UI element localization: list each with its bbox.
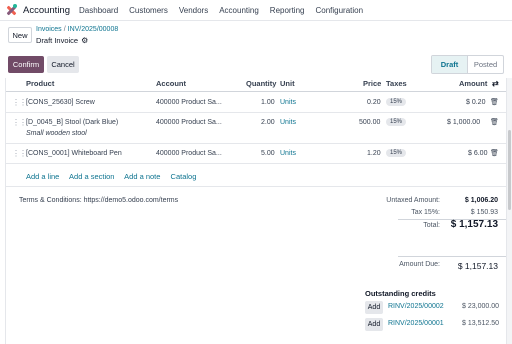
line-product[interactable]: [CONS_25630] Screw xyxy=(26,99,95,106)
header-taxes[interactable]: Taxes xyxy=(386,79,407,88)
scrollbar-track[interactable] xyxy=(507,78,512,344)
confirm-button[interactable]: Confirm xyxy=(8,56,44,73)
drag-handle-icon[interactable]: ⋮⋮ xyxy=(12,149,27,158)
trash-icon[interactable]: 🗑 xyxy=(490,98,499,106)
lines-table-header: Product Account Quantity Unit Price Taxe… xyxy=(6,78,506,92)
breadcrumb-invoices[interactable]: Invoices xyxy=(36,26,62,33)
untaxed-amount-value: $ 1,006.20 xyxy=(464,197,498,204)
scrollbar-thumb[interactable] xyxy=(508,130,511,210)
nav-customers[interactable]: Customers xyxy=(129,6,168,15)
add-credit-button[interactable]: Add xyxy=(365,301,383,314)
table-row[interactable]: ⋮⋮ [D_0045_B] Stool (Dark Blue) Small wo… xyxy=(6,113,506,144)
new-button[interactable]: New xyxy=(8,27,32,43)
line-amount: $ 0.20 xyxy=(466,99,486,106)
record-title: Draft Invoice ⚙ xyxy=(36,36,88,45)
gear-icon[interactable]: ⚙ xyxy=(81,36,88,45)
trash-icon[interactable]: 🗑 xyxy=(490,118,499,126)
credit-amount: $ 23,000.00 xyxy=(462,303,499,310)
header-price[interactable]: Price xyxy=(363,79,381,88)
cancel-button[interactable]: Cancel xyxy=(47,56,79,73)
amount-due-label: Amount Due: xyxy=(399,261,440,268)
outstanding-credits-title: Outstanding credits xyxy=(365,289,436,298)
line-amount: $ 6.00 xyxy=(468,150,488,157)
line-price[interactable]: 500.00 xyxy=(359,119,380,126)
credit-row: Add RINV/2025/00001 $ 13,512.50 xyxy=(365,318,505,333)
tax-label: Tax 15%: xyxy=(411,209,440,216)
header-product[interactable]: Product xyxy=(26,79,54,88)
line-unit[interactable]: Units xyxy=(280,99,296,106)
credit-reference[interactable]: RINV/2025/00001 xyxy=(388,320,444,327)
line-product[interactable]: [D_0045_B] Stool (Dark Blue) xyxy=(26,119,118,126)
status-bar: Draft Posted xyxy=(431,55,504,74)
header-quantity[interactable]: Quantity xyxy=(246,79,276,88)
total-value: $ 1,157.13 xyxy=(450,219,498,230)
breadcrumb-separator: / xyxy=(63,26,66,33)
action-bar: Confirm Cancel Draft Posted xyxy=(0,50,512,78)
table-row[interactable]: ⋮⋮ [CONS_0001] Whiteboard Pen 400000 Pro… xyxy=(6,144,506,164)
drag-handle-icon[interactable]: ⋮⋮ xyxy=(12,118,27,127)
credit-row: Add RINV/2025/00002 $ 23,000.00 xyxy=(365,301,505,316)
breadcrumb-current[interactable]: INV/2025/00008 xyxy=(68,26,119,33)
column-settings-icon[interactable]: ⇄ xyxy=(492,79,499,88)
line-description[interactable]: Small wooden stool xyxy=(26,130,87,137)
tax-badge[interactable]: 15% xyxy=(386,98,407,106)
add-credit-button[interactable]: Add xyxy=(365,318,383,331)
status-draft[interactable]: Draft xyxy=(432,56,468,73)
add-line-links: Add a line Add a section Add a note Cata… xyxy=(26,172,204,181)
tax-value: $ 150.93 xyxy=(470,209,498,216)
line-account[interactable]: 400000 Product Sa... xyxy=(156,150,222,157)
control-panel: New Invoices / INV/2025/00008 Draft Invoic… xyxy=(0,21,512,50)
line-price[interactable]: 0.20 xyxy=(367,99,381,106)
status-posted[interactable]: Posted xyxy=(468,56,503,73)
nav-reporting[interactable]: Reporting xyxy=(270,6,305,15)
breadcrumb: Invoices / INV/2025/00008 xyxy=(36,26,118,33)
top-navbar: Accounting Dashboard Customers Vendors A… xyxy=(0,0,512,21)
catalog-link[interactable]: Catalog xyxy=(171,172,197,181)
nav-configuration[interactable]: Configuration xyxy=(315,6,363,15)
line-product[interactable]: [CONS_0001] Whiteboard Pen xyxy=(26,150,122,157)
accounting-app-icon[interactable] xyxy=(5,4,17,16)
line-account[interactable]: 400000 Product Sa... xyxy=(156,119,222,126)
nav-accounting[interactable]: Accounting xyxy=(219,6,259,15)
credit-reference[interactable]: RINV/2025/00002 xyxy=(388,303,444,310)
totals-separator xyxy=(398,256,506,257)
app-name[interactable]: Accounting xyxy=(23,5,70,16)
amount-due-value: $ 1,157.13 xyxy=(457,261,498,271)
table-row[interactable]: ⋮⋮ [CONS_25630] Screw 400000 Product Sa.… xyxy=(6,93,506,113)
line-amount: $ 1,000.00 xyxy=(447,119,481,126)
line-unit[interactable]: Units xyxy=(280,150,296,157)
header-unit[interactable]: Unit xyxy=(280,79,295,88)
add-a-line-link[interactable]: Add a line xyxy=(26,172,59,181)
add-a-note-link[interactable]: Add a note xyxy=(124,172,160,181)
credit-amount: $ 13,512.50 xyxy=(462,320,499,327)
line-quantity[interactable]: 1.00 xyxy=(261,99,275,106)
record-name: Draft Invoice xyxy=(36,36,79,45)
line-price[interactable]: 1.20 xyxy=(367,150,381,157)
line-account[interactable]: 400000 Product Sa... xyxy=(156,99,222,106)
tax-badge[interactable]: 15% xyxy=(386,149,407,157)
divider xyxy=(6,186,506,187)
nav-vendors[interactable]: Vendors xyxy=(179,6,208,15)
header-amount[interactable]: Amount xyxy=(459,79,487,88)
line-quantity[interactable]: 2.00 xyxy=(261,119,275,126)
untaxed-amount-label: Untaxed Amount: xyxy=(386,197,440,204)
tax-badge[interactable]: 15% xyxy=(386,118,407,126)
header-account[interactable]: Account xyxy=(156,79,186,88)
drag-handle-icon[interactable]: ⋮⋮ xyxy=(12,98,27,107)
nav-dashboard[interactable]: Dashboard xyxy=(79,6,118,15)
invoice-sheet: Product Account Quantity Unit Price Taxe… xyxy=(5,78,507,344)
trash-icon[interactable]: 🗑 xyxy=(490,149,499,157)
terms-and-conditions[interactable]: Terms & Conditions: https://demo5.odoo.c… xyxy=(19,197,178,204)
line-quantity[interactable]: 5.00 xyxy=(261,150,275,157)
line-unit[interactable]: Units xyxy=(280,119,296,126)
add-a-section-link[interactable]: Add a section xyxy=(69,172,114,181)
